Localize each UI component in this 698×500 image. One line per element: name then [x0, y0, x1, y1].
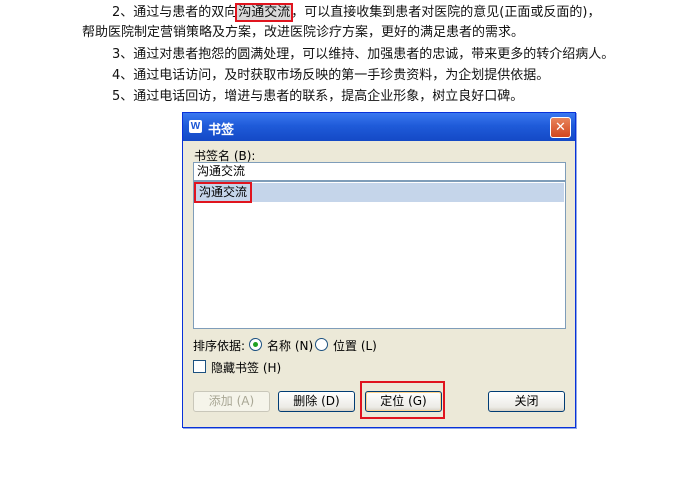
- goto-button[interactable]: 定位 (G): [365, 391, 442, 412]
- dialog-titlebar[interactable]: W 书签 ✕: [183, 113, 575, 141]
- bookmark-list[interactable]: 沟通交流: [193, 181, 566, 329]
- doc-line-2-cont: 帮助医院制定营销策略及方案，改进医院诊疗方案，更好的满足患者的需求。: [82, 25, 525, 40]
- sort-by-label: 排序依据:: [193, 339, 246, 353]
- bookmark-name-input[interactable]: 沟通交流: [193, 162, 566, 181]
- add-button[interactable]: 添加 (A): [193, 391, 270, 412]
- sort-by-position-label[interactable]: 位置 (L): [333, 337, 377, 354]
- list-item[interactable]: 沟通交流: [193, 182, 564, 203]
- sort-by-name-radio[interactable]: [249, 338, 262, 351]
- close-icon[interactable]: ✕: [550, 117, 571, 138]
- delete-button[interactable]: 删除 (D): [278, 391, 355, 412]
- dialog-title: 书签: [208, 123, 235, 138]
- doc-line-4: 4、通过电话访问，及时获取市场反映的第一手珍贵资料，为企划提供依据。: [112, 68, 550, 83]
- doc-line-3: 3、通过对患者抱怨的圆满处理，可以维持、加强患者的忠诚，带来更多的转介绍病人。: [112, 47, 615, 62]
- bookmark-dialog: W 书签 ✕ 书签名 (B): 沟通交流 沟通交流 排序依据: 名称 (N) 位…: [182, 112, 576, 428]
- doc-line-2-post: ，可以直接收集到患者对医院的意见(正面或反面的)，: [291, 5, 601, 20]
- sort-by-name-label[interactable]: 名称 (N): [267, 337, 313, 354]
- sort-by-position-radio[interactable]: [315, 338, 328, 351]
- close-button[interactable]: 关闭: [488, 391, 565, 412]
- doc-line-2: 2、通过与患者的双向沟通交流，可以直接收集到患者对医院的意见(正面或反面的)，: [112, 3, 600, 23]
- hide-bookmarks-checkbox[interactable]: [193, 360, 206, 373]
- doc-line-5: 5、通过电话回访，增进与患者的联系，提高企业形象，树立良好口碑。: [112, 89, 524, 104]
- bookmark-list-item-label: 沟通交流: [193, 182, 253, 203]
- doc-line-2-pre: 2、通过与患者的双向: [112, 5, 238, 20]
- highlighted-bookmark-text[interactable]: 沟通交流: [235, 3, 294, 22]
- hide-bookmarks-label[interactable]: 隐藏书签 (H): [211, 359, 281, 376]
- wps-writer-icon: W: [189, 120, 202, 133]
